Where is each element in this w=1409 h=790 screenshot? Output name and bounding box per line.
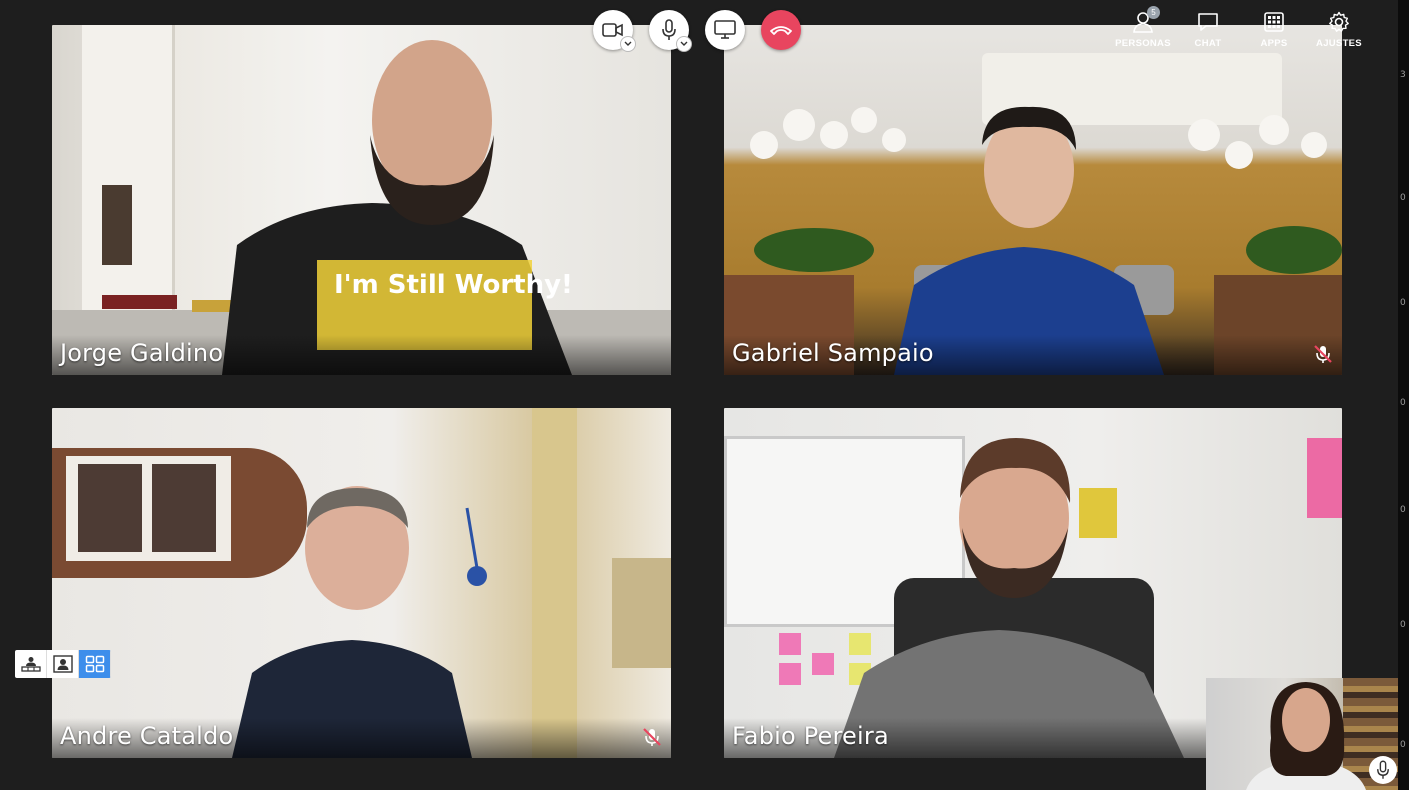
layout-switcher xyxy=(15,650,111,678)
microphone-button[interactable] xyxy=(649,10,692,52)
ruler-tick: 0 xyxy=(1400,398,1406,408)
settings-button[interactable]: AJUSTES xyxy=(1309,10,1369,49)
ruler-tick: 0 xyxy=(1400,193,1406,203)
chat-button[interactable]: CHAT xyxy=(1178,10,1238,49)
participant-name: Gabriel Sampaio xyxy=(732,339,934,367)
phone-hangup-icon xyxy=(770,26,792,35)
ruler-tick: 0 xyxy=(1400,620,1406,630)
participant-count-badge: 5 xyxy=(1147,6,1160,19)
chat-icon xyxy=(1198,13,1218,31)
speaker-layout-icon xyxy=(52,655,73,673)
chevron-down-icon[interactable] xyxy=(676,36,692,52)
settings-label: AJUSTES xyxy=(1316,38,1362,49)
participant-tile[interactable]: I'm Still Worthy! Jorge Galdino xyxy=(52,25,671,375)
chevron-down-icon[interactable] xyxy=(620,36,636,52)
speaker-layout-button[interactable] xyxy=(47,650,79,678)
participant-name: Fabio Pereira xyxy=(732,722,889,750)
participant-tile[interactable]: Gabriel Sampaio xyxy=(724,25,1342,375)
presenter-layout-button[interactable] xyxy=(15,650,47,678)
participant-name: Jorge Galdino xyxy=(60,339,224,367)
gear-icon xyxy=(1329,11,1349,32)
monitor-icon xyxy=(714,20,736,39)
self-view[interactable] xyxy=(1206,678,1403,790)
ruler-tick: 0 xyxy=(1400,505,1406,515)
camera-button[interactable] xyxy=(593,10,636,52)
grid-layout-icon xyxy=(85,655,104,673)
ruler-tick: 3 xyxy=(1400,70,1406,80)
participant-video xyxy=(232,486,487,758)
muted-mic-icon xyxy=(1312,343,1334,365)
participant-video: I'm Still Worthy! xyxy=(222,40,573,375)
people-label: PERSONAS xyxy=(1115,38,1171,49)
participant-video xyxy=(724,106,1342,375)
muted-mic-icon xyxy=(641,726,663,748)
microphone-icon xyxy=(1377,760,1389,779)
participant-tile[interactable]: Andre Cataldo xyxy=(52,408,671,758)
ruler-tick: 0 xyxy=(1400,298,1406,308)
apps-label: APPS xyxy=(1260,38,1288,49)
people-button[interactable]: 5 PERSONAS xyxy=(1113,6,1173,49)
apps-button[interactable]: APPS xyxy=(1244,10,1304,49)
side-ruler: 3 0 0 0 0 0 0 xyxy=(1398,0,1409,790)
self-mic-button[interactable] xyxy=(1369,756,1397,784)
ruler-tick: 0 xyxy=(1400,740,1406,750)
presenter-layout-icon xyxy=(20,657,41,672)
hangup-button[interactable] xyxy=(761,10,801,50)
microphone-icon xyxy=(662,19,676,40)
chat-label: CHAT xyxy=(1194,38,1222,49)
svg-text:I'm Still Worthy!: I'm Still Worthy! xyxy=(334,270,573,300)
camera-icon xyxy=(602,23,623,37)
grid-layout-button[interactable] xyxy=(79,650,111,678)
screen-share-button[interactable] xyxy=(705,10,745,50)
apps-grid-icon xyxy=(1264,12,1284,32)
video-stage: I'm Still Worthy! Jorge Galdino Gabriel … xyxy=(0,0,1403,790)
participant-name: Andre Cataldo xyxy=(60,722,234,750)
